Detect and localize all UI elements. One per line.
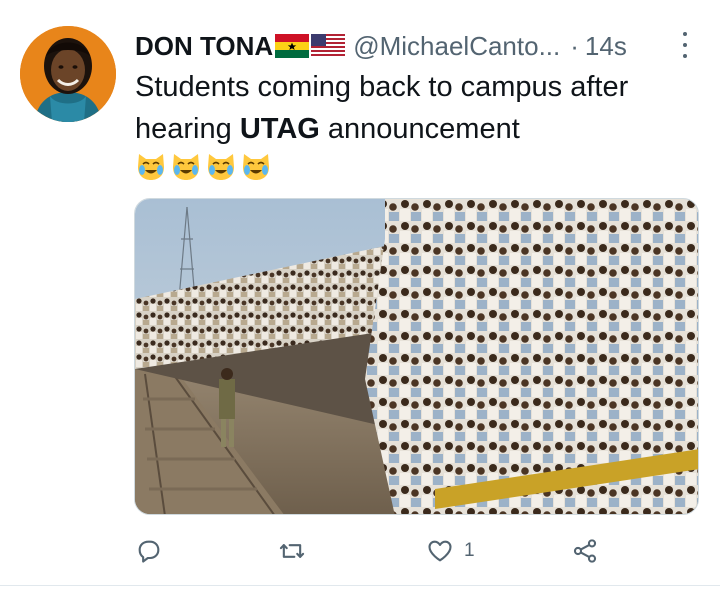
reply-button[interactable] bbox=[135, 534, 163, 568]
crying-cat-icon bbox=[243, 154, 269, 180]
like-button[interactable]: 1 bbox=[426, 534, 475, 568]
timestamp[interactable]: 14s bbox=[585, 31, 627, 62]
retweet-icon bbox=[279, 544, 305, 558]
emoji-row bbox=[135, 150, 272, 186]
tweet-header: DON TONA @MichaelCanto... · 14s bbox=[135, 28, 695, 64]
flag-emojis bbox=[275, 34, 346, 58]
tweet-text: Students coming back to campus after hea… bbox=[135, 66, 695, 150]
share-icon bbox=[573, 539, 597, 563]
crying-cat-icon bbox=[173, 154, 199, 180]
tweet-text-line1: Students coming back to campus after bbox=[135, 71, 629, 103]
tweet[interactable]: DON TONA @MichaelCanto... · 14s Students… bbox=[0, 0, 720, 598]
separator-dot: · bbox=[570, 30, 579, 61]
display-name[interactable]: DON TONA bbox=[135, 31, 273, 62]
text-fragment: announcement bbox=[319, 113, 520, 145]
usa-flag-icon bbox=[311, 34, 346, 58]
more-options-icon[interactable] bbox=[680, 32, 690, 58]
like-count: 1 bbox=[464, 540, 475, 561]
retweet-button[interactable] bbox=[278, 534, 306, 568]
tweet-text-line2: hearing UTAG announcement bbox=[135, 108, 695, 150]
divider bbox=[0, 585, 720, 586]
action-bar: 1 bbox=[135, 534, 695, 568]
crying-cat-icon bbox=[138, 154, 164, 180]
crowded-train-photo bbox=[135, 199, 698, 514]
share-button[interactable] bbox=[571, 534, 599, 568]
text-fragment: hearing bbox=[135, 113, 240, 145]
avatar-image bbox=[20, 26, 116, 122]
ghana-flag-icon bbox=[275, 34, 310, 58]
crying-cat-icon bbox=[208, 154, 234, 180]
reply-icon bbox=[138, 540, 160, 563]
tweet-photo[interactable] bbox=[134, 198, 699, 515]
bold-text: UTAG bbox=[239, 113, 320, 145]
user-handle[interactable]: @MichaelCanto... bbox=[353, 31, 560, 62]
avatar[interactable] bbox=[20, 26, 116, 122]
heart-icon bbox=[428, 540, 452, 562]
